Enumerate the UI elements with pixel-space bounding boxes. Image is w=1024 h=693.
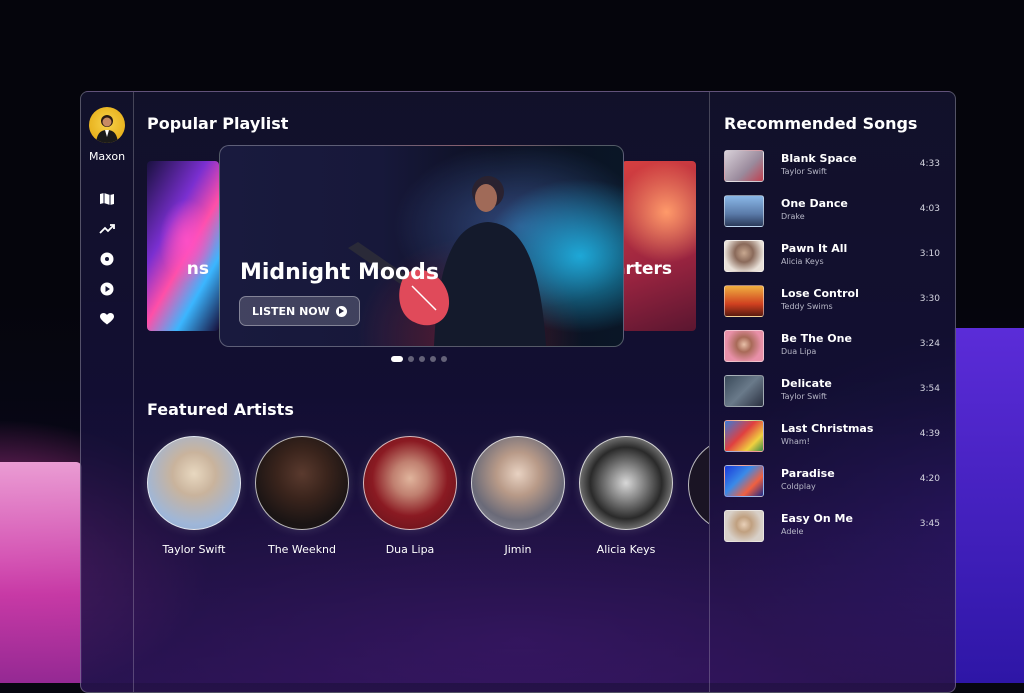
decorative-pink-shape	[0, 462, 82, 683]
song-row[interactable]: Blank Space Taylor Swift 4:33	[724, 150, 954, 182]
song-cover	[724, 150, 764, 182]
play-icon[interactable]	[97, 279, 117, 299]
song-cover	[724, 375, 764, 407]
popular-playlist-heading: Popular Playlist	[147, 114, 289, 133]
artist-name: Alicia Keys	[596, 543, 656, 556]
artist-name: Taylor Swift	[162, 543, 226, 556]
song-title: Pawn It All	[781, 242, 848, 255]
artist-photo	[471, 436, 565, 530]
artist-card[interactable]: Jimin	[464, 436, 572, 556]
playlist-card-previous[interactable]: ns	[147, 161, 219, 331]
previous-card-title: ns	[186, 259, 209, 279]
username: Maxon	[88, 150, 126, 163]
song-duration: 3:24	[919, 339, 940, 349]
song-artist: Coldplay	[781, 482, 816, 491]
song-row[interactable]: Easy On Me Adele 3:45	[724, 510, 954, 542]
playlist-card-featured[interactable]: Midnight Moods LISTEN NOW	[219, 145, 624, 347]
artist-card[interactable]: Dua Lipa	[356, 436, 464, 556]
artist-card[interactable]: The Weeknd	[248, 436, 356, 556]
recommended-songs-heading: Recommended Songs	[724, 114, 918, 133]
artist-photo	[255, 436, 349, 530]
song-artist: Taylor Swift	[781, 167, 827, 176]
artist-name: Jimin	[504, 543, 532, 556]
song-artist: Alicia Keys	[781, 257, 824, 266]
main-content: Popular Playlist ns arters Midnight Mood…	[134, 92, 709, 692]
song-cover	[724, 420, 764, 452]
carousel-dot[interactable]	[391, 356, 403, 362]
disc-icon[interactable]	[97, 249, 117, 269]
song-artist: Drake	[781, 212, 805, 221]
song-cover	[724, 195, 764, 227]
song-artist: Dua Lipa	[781, 347, 817, 356]
artist-photo	[363, 436, 457, 530]
recommended-songs-panel: Recommended Songs Blank Space Taylor Swi…	[709, 92, 955, 692]
song-row[interactable]: Pawn It All Alicia Keys 3:10	[724, 240, 954, 272]
song-title: Paradise	[781, 467, 835, 480]
song-title: One Dance	[781, 197, 848, 210]
listen-now-button[interactable]: LISTEN NOW	[239, 296, 360, 326]
song-row[interactable]: Be The One Dua Lipa 3:24	[724, 330, 954, 362]
featured-playlist-title: Midnight Moods	[240, 260, 439, 285]
artist-name: Dua Lipa	[385, 543, 435, 556]
carousel-indicator	[391, 356, 447, 362]
artist-card[interactable]: Taylor Swift	[140, 436, 248, 556]
artist-photo	[579, 436, 673, 530]
song-row[interactable]: Lose Control Teddy Swims 3:30	[724, 285, 954, 317]
song-title: Easy On Me	[781, 512, 853, 525]
carousel-dot[interactable]	[430, 356, 436, 362]
song-row[interactable]: Paradise Coldplay 4:20	[724, 465, 954, 497]
avatar-person-icon	[96, 115, 118, 143]
song-row[interactable]: Last Christmas Wham! 4:39	[724, 420, 954, 452]
song-title: Be The One	[781, 332, 852, 345]
song-cover	[724, 285, 764, 317]
song-artist: Teddy Swims	[781, 302, 833, 311]
song-artist: Adele	[781, 527, 804, 536]
song-artist: Taylor Swift	[781, 392, 827, 401]
carousel-dot[interactable]	[419, 356, 425, 362]
carousel-dot[interactable]	[408, 356, 414, 362]
listen-now-label: LISTEN NOW	[252, 304, 330, 318]
trending-icon[interactable]	[97, 219, 117, 239]
app-window: Maxon Popular Playlist ns arters	[80, 91, 956, 693]
artist-card-partial[interactable]	[688, 438, 709, 530]
song-duration: 3:10	[919, 249, 940, 259]
heart-icon[interactable]	[97, 309, 117, 329]
song-title: Last Christmas	[781, 422, 874, 435]
song-duration: 3:54	[919, 384, 940, 394]
artist-photo	[147, 436, 241, 530]
song-cover	[724, 240, 764, 272]
song-row[interactable]: Delicate Taylor Swift 3:54	[724, 375, 954, 407]
user-avatar[interactable]	[89, 107, 125, 143]
song-duration: 4:39	[919, 429, 940, 439]
sidebar: Maxon	[81, 92, 134, 692]
artist-name: The Weeknd	[267, 543, 337, 556]
decorative-violet-shape	[954, 328, 1024, 683]
song-row[interactable]: One Dance Drake 4:03	[724, 195, 954, 227]
song-duration: 4:03	[919, 204, 940, 214]
song-title: Blank Space	[781, 152, 857, 165]
song-duration: 4:33	[919, 159, 940, 169]
playlist-card-next[interactable]: arters	[622, 161, 696, 331]
carousel-dot[interactable]	[441, 356, 447, 362]
featured-artists-heading: Featured Artists	[147, 400, 294, 419]
map-icon[interactable]	[97, 189, 117, 209]
artist-photo	[688, 438, 709, 530]
song-cover	[724, 330, 764, 362]
song-duration: 4:20	[919, 474, 940, 484]
song-title: Lose Control	[781, 287, 859, 300]
song-title: Delicate	[781, 377, 832, 390]
song-duration: 3:45	[919, 519, 940, 529]
song-cover	[724, 465, 764, 497]
artist-card[interactable]: Alicia Keys	[572, 436, 680, 556]
play-icon	[335, 305, 347, 317]
song-duration: 3:30	[919, 294, 940, 304]
song-artist: Wham!	[781, 437, 810, 446]
next-card-title: arters	[622, 259, 673, 279]
song-cover	[724, 510, 764, 542]
